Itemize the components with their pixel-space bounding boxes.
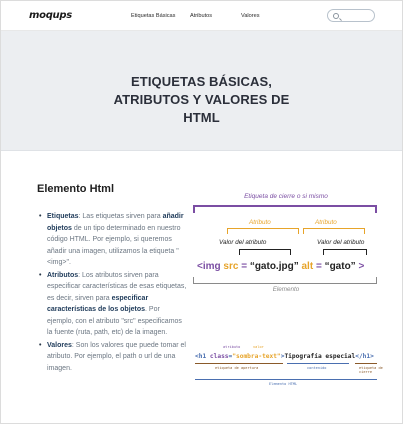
list-item-etiquetas: Etiquetas: Las etiquetas sirven para aña… — [39, 211, 187, 269]
search-icon — [333, 13, 339, 19]
value-bracket — [239, 249, 291, 255]
term-etiquetas: Etiquetas — [47, 213, 79, 220]
closing-tag-label: Etiqueta de cierre o si mismo — [244, 193, 328, 200]
code-tag-close: > — [355, 261, 365, 272]
content-underline — [287, 363, 349, 364]
item-text: : Las etiquetas sirven para — [78, 213, 163, 220]
term-valores: Valores — [47, 341, 72, 349]
element-html-label: Elemento HTML — [269, 382, 298, 386]
section-title: Elemento Html — [37, 183, 115, 195]
code-tag-open: <h1 — [195, 353, 210, 360]
nav-link-etiquetas-basicas[interactable]: Etiquetas Básicas — [131, 13, 175, 19]
term-atributos: Atributos — [47, 271, 79, 279]
nav-link-valores[interactable]: Valores — [241, 13, 260, 19]
code-value: “gato” — [324, 261, 356, 272]
attribute-bracket — [227, 228, 299, 234]
attribute-label: Atributo — [249, 219, 271, 226]
attribute-value-label: Valor del atributo — [317, 239, 365, 246]
opening-tag-label: etiqueta de apertura — [215, 366, 259, 370]
attribute-small-label: atributo — [223, 345, 241, 349]
html-element-diagram: Etiqueta de cierre o si mismo Atributo A… — [191, 191, 396, 309]
page: moqups Etiquetas Básicas Atributos Valor… — [0, 0, 403, 424]
code-equals: = — [313, 261, 325, 272]
page-title-line-2: ATRIBUTOS Y VALORES DE — [113, 92, 290, 107]
closing-tag-underline — [355, 363, 377, 364]
content-label: contenido — [307, 366, 327, 370]
h1-code-example: <h1 class="sombra-text">Tipografía espec… — [195, 353, 374, 360]
search-input[interactable] — [327, 9, 375, 22]
page-title-line-1: ETIQUETAS BÁSICAS, — [131, 74, 272, 89]
code-tag-close: </h1> — [355, 353, 374, 360]
attribute-label: Atributo — [315, 219, 337, 226]
h1-element-diagram: atributo valor <h1 class="sombra-text">T… — [191, 339, 396, 395]
code-tag-open: <img — [197, 261, 221, 272]
img-code-example: <img src = “gato.jpg” alt = “gato” > — [197, 261, 364, 272]
moqups-logo[interactable]: moqups — [29, 10, 72, 21]
list-item-valores: Valores: Son los valores que puede tomar… — [39, 340, 187, 375]
code-attribute: class — [209, 353, 229, 360]
page-title-line-3: HTML — [183, 110, 220, 125]
code-value: “gato.jpg” — [249, 261, 299, 272]
code-attribute: alt — [301, 261, 314, 272]
list-item-atributos: Atributos: Los atributos sirven para esp… — [39, 270, 187, 339]
opening-tag-underline — [195, 363, 283, 364]
hero-banner: ETIQUETAS BÁSICAS, ATRIBUTOS Y VALORES D… — [1, 31, 402, 151]
element-label: Elemento — [272, 286, 300, 293]
element-bracket — [193, 277, 377, 284]
value-bracket — [323, 249, 367, 255]
attribute-bracket — [303, 228, 365, 234]
nav-link-atributos[interactable]: Atributos — [190, 13, 212, 19]
definition-list: Etiquetas: Las etiquetas sirven para aña… — [39, 211, 187, 375]
code-attribute: src — [223, 261, 239, 272]
code-equals: = — [238, 261, 250, 272]
tag-bracket — [193, 205, 377, 213]
page-title: ETIQUETAS BÁSICAS, ATRIBUTOS Y VALORES D… — [1, 73, 402, 127]
top-navigation-bar: moqups Etiquetas Básicas Atributos Valor… — [1, 1, 402, 31]
value-small-label: valor — [253, 345, 264, 349]
closing-tag-label: etiqueta de cierre — [359, 366, 383, 375]
element-underline — [195, 379, 377, 380]
code-content: Tipografía especial — [284, 353, 356, 360]
code-value: "sombra-text" — [232, 353, 281, 360]
attribute-value-label: Valor del atributo — [219, 239, 267, 246]
